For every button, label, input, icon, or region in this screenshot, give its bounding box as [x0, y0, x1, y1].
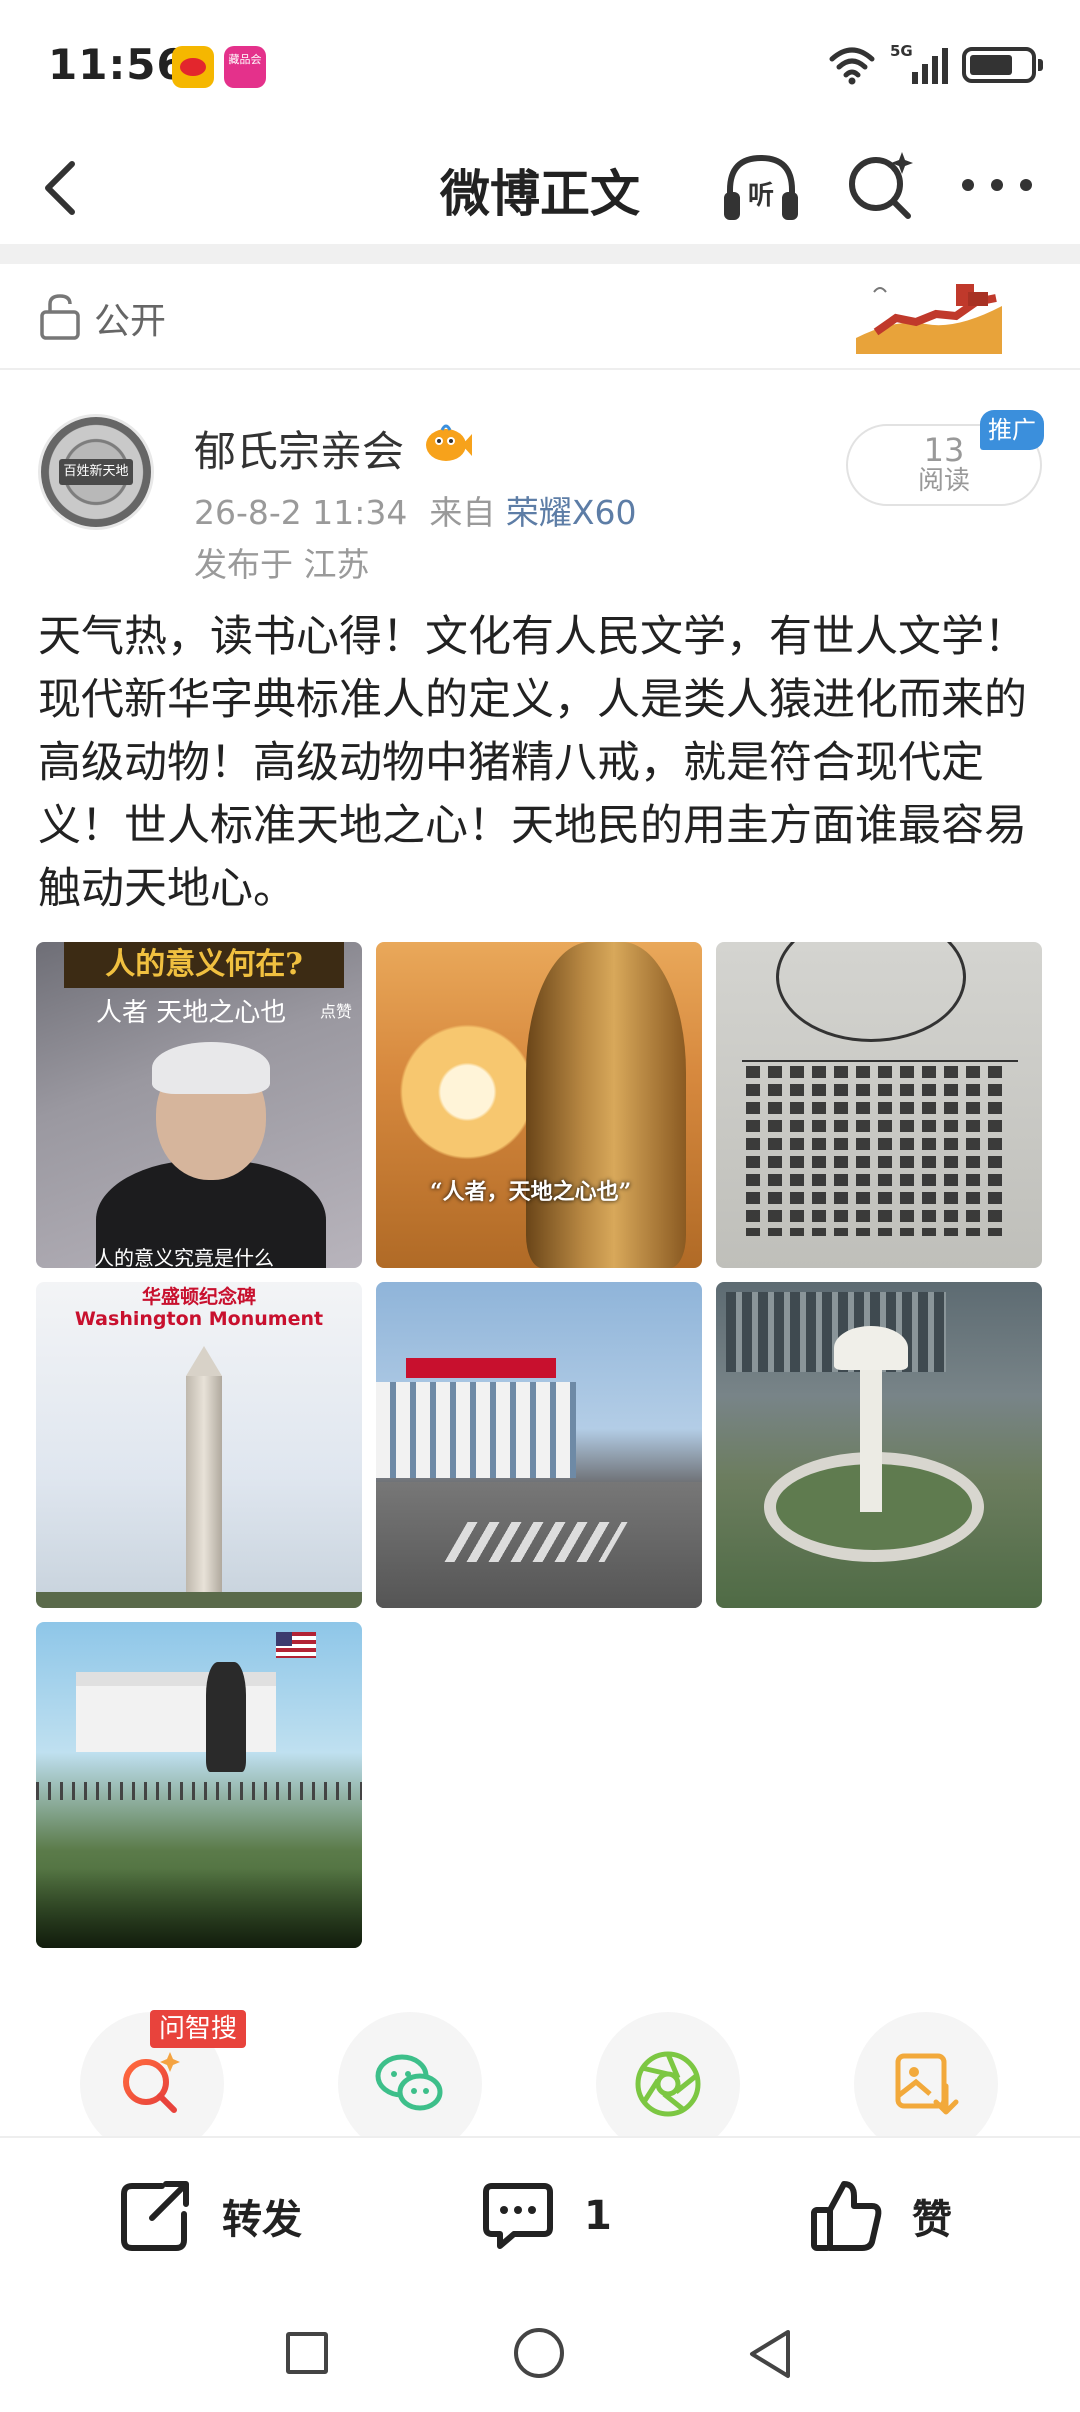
repost-label: 转发 — [222, 2197, 302, 2243]
promo-badge: 推广 — [980, 410, 1044, 450]
obelisk-shaft — [186, 1376, 222, 1608]
top-nav: 微博正文 听 — [0, 130, 1080, 245]
post-image-3[interactable] — [716, 942, 1042, 1268]
image-title: 人的意义何在? — [64, 942, 344, 988]
status-indicators: 5G — [828, 42, 1043, 88]
tree-line — [36, 1592, 362, 1608]
avatar-text: 百姓新天地 — [59, 459, 133, 485]
image-title-en: Washington Monument — [74, 1308, 324, 1330]
network-type: 5G — [890, 42, 913, 60]
image-title: 华盛顿纪念碑 Washington Monument — [36, 1286, 362, 1330]
status-time: 11:56 — [48, 40, 187, 89]
like-label: 赞 — [912, 2197, 952, 2243]
share-wechat-button[interactable] — [338, 2012, 482, 2156]
signal-icon: 5G — [890, 42, 948, 88]
crosswalk — [444, 1522, 628, 1562]
great-wall-decoration — [856, 284, 1002, 354]
svg-text:听: 听 — [748, 181, 774, 211]
post-image-6[interactable] — [716, 1282, 1042, 1608]
comment-count: 1 — [584, 2193, 612, 2239]
visibility-label: 公开 — [94, 301, 167, 342]
post-meta: 26-8-2 11:34 来自 荣耀X60 — [194, 486, 637, 534]
post-image-4[interactable]: 华盛顿纪念碑 Washington Monument — [36, 1282, 362, 1608]
author-name[interactable]: 郁氏宗亲会 — [194, 418, 404, 479]
image-caption: 人的意义究竟是什么 — [94, 1246, 274, 1268]
image-subtitle: 人者 天地之心也 — [96, 998, 287, 1028]
post-image-1[interactable]: 人的意义何在? 人者 天地之心也 点赞 人的意义究竟是什么 — [36, 942, 362, 1268]
unlock-icon — [40, 294, 80, 340]
image-shade — [36, 1868, 362, 1948]
status-bar: 11:56 藏品会 5G — [0, 0, 1080, 130]
source-prefix: 来自 — [429, 493, 496, 532]
share-moments-button[interactable] — [596, 2012, 740, 2156]
post-location: 发布于 江苏 — [194, 545, 370, 584]
wenzhisou-badge: 问智搜 — [150, 2010, 246, 2048]
more-icon[interactable] — [962, 170, 1032, 200]
like-button[interactable]: 赞 — [808, 2176, 952, 2256]
visibility-bar: 公开 — [0, 264, 1080, 370]
speaker-hair — [152, 1042, 270, 1094]
wechat-icon — [375, 2054, 443, 2111]
ai-search-icon[interactable] — [842, 146, 922, 226]
thumbs-up-icon — [811, 2181, 882, 2251]
listen-icon[interactable]: 听 — [718, 146, 804, 230]
comment-icon — [483, 2183, 553, 2249]
golden-statue — [526, 942, 686, 1268]
obelisk-top — [186, 1346, 222, 1376]
image-caption: “人者，天地之心也” — [430, 1179, 632, 1205]
post-text: 天气热，读书心得！文化有人民文学，有世人文学！现代新华字典标准人的定义，人是类人… — [38, 612, 1027, 914]
post-image-7[interactable] — [36, 1622, 362, 1948]
battery-icon — [962, 47, 1043, 83]
save-image-icon — [895, 2053, 959, 2115]
author-avatar[interactable]: 百姓新天地 — [38, 414, 154, 530]
fan-badge-icon[interactable] — [422, 420, 472, 466]
recent-apps-icon[interactable] — [286, 2332, 328, 2374]
repost-button[interactable]: 转发 — [118, 2176, 302, 2256]
equestrian-statue — [206, 1662, 246, 1772]
text-rule — [742, 1060, 1018, 1062]
fence — [36, 1782, 362, 1800]
system-nav-bar — [0, 2302, 1080, 2412]
factory-building — [376, 1382, 576, 1478]
save-image-button[interactable] — [854, 2012, 998, 2156]
post-time: 26-8-2 11:34 — [194, 493, 408, 532]
comment-button[interactable]: 1 — [480, 2176, 612, 2256]
nav-divider — [0, 244, 1080, 264]
seal-circle — [776, 942, 966, 1042]
device-link[interactable]: 荣耀X60 — [506, 493, 637, 532]
image-tag: 点赞 — [319, 1002, 352, 1021]
repost-icon — [121, 2181, 189, 2251]
ai-search-icon — [123, 2052, 180, 2113]
us-flag — [276, 1632, 316, 1658]
building-sign — [406, 1358, 556, 1378]
home-icon[interactable] — [514, 2328, 564, 2378]
monument-column — [860, 1352, 882, 1512]
action-bar: 转发 1 赞 — [0, 2136, 1080, 2302]
system-back-icon[interactable] — [744, 2326, 796, 2382]
weibo-notification-icon — [172, 46, 214, 88]
post-image-2[interactable]: “人者，天地之心也” — [376, 942, 702, 1268]
white-house — [76, 1672, 276, 1752]
monument-top — [834, 1326, 908, 1370]
app-notification-icon: 藏品会 — [224, 46, 266, 88]
read-label: 阅读 — [917, 466, 970, 496]
wifi-icon — [829, 47, 875, 85]
back-icon[interactable] — [30, 148, 100, 228]
image-title-cn: 华盛顿纪念碑 — [141, 1286, 256, 1308]
post-image-5[interactable] — [376, 1282, 702, 1608]
moments-icon — [635, 2051, 701, 2117]
